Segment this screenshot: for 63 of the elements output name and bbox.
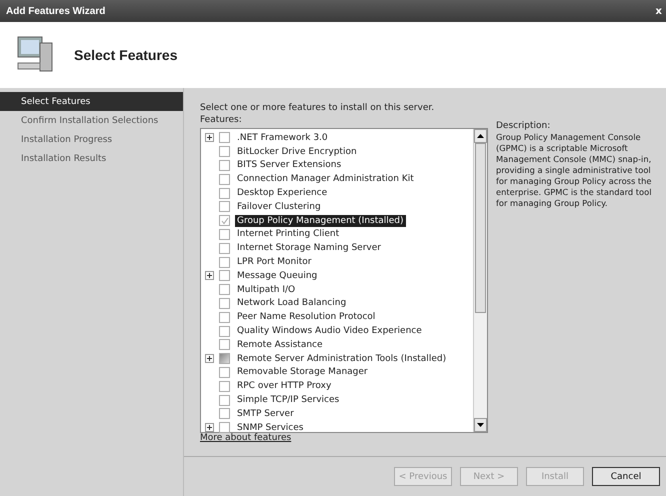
feature-label[interactable]: Quality Windows Audio Video Experience — [235, 325, 424, 338]
feature-label[interactable]: SMTP Server — [235, 408, 296, 420]
feature-checkbox[interactable] — [219, 408, 230, 420]
sidebar-step[interactable]: Installation Results — [0, 149, 183, 168]
feature-checkbox[interactable] — [219, 422, 230, 434]
feature-checkbox[interactable] — [219, 312, 230, 323]
feature-label[interactable]: BITS Server Extensions — [235, 159, 344, 172]
description-label: Description: — [496, 120, 552, 132]
feature-label[interactable]: BitLocker Drive Encryption — [235, 146, 359, 158]
feature-checkbox[interactable] — [219, 188, 230, 199]
feature-label[interactable]: Remote Assistance — [235, 338, 325, 351]
feature-checkbox[interactable] — [219, 366, 230, 378]
feature-checkbox[interactable] — [219, 132, 230, 144]
feature-checkbox[interactable] — [219, 146, 230, 158]
expand-icon[interactable] — [205, 271, 214, 280]
feature-checkbox[interactable] — [219, 201, 230, 212]
feature-label[interactable]: Multipath I/O — [235, 284, 298, 296]
feature-label[interactable]: Peer Name Resolution Protocol — [235, 311, 378, 324]
features-label: Features: — [200, 114, 243, 126]
feature-checkbox[interactable] — [219, 284, 230, 296]
feature-label[interactable]: Network Load Balancing — [235, 297, 348, 310]
feature-checkbox[interactable] — [219, 228, 230, 240]
feature-label[interactable]: Internet Printing Client — [235, 228, 342, 240]
instruction-text: Select one or more features to install on this server. — [200, 102, 436, 114]
down-arrow-icon[interactable] — [477, 423, 484, 427]
up-arrow-icon[interactable] — [477, 134, 484, 138]
feature-checkbox[interactable] — [219, 256, 230, 268]
feature-checkbox[interactable] — [219, 339, 230, 350]
feature-label[interactable]: LPR Port Monitor — [235, 256, 314, 268]
wizard-button[interactable]: Cancel — [592, 467, 660, 486]
feature-checkbox[interactable] — [219, 298, 230, 309]
feature-label[interactable]: Message Queuing — [235, 270, 320, 282]
feature-label[interactable]: RPC over HTTP Proxy — [235, 380, 334, 392]
feature-label[interactable]: Remote Server Administration Tools (Installed) — [235, 352, 448, 365]
feature-label[interactable]: Internet Storage Naming Server — [235, 242, 383, 254]
feature-checkbox[interactable] — [219, 380, 230, 392]
feature-label[interactable]: SNMP Services — [235, 422, 306, 434]
page-title: Select Features — [74, 47, 178, 63]
sidebar-step[interactable]: Select Features — [0, 92, 183, 111]
feature-label[interactable]: Group Policy Management (Installed) — [235, 214, 406, 227]
feature-checkbox[interactable] — [219, 242, 230, 254]
expand-icon[interactable] — [205, 423, 214, 432]
expand-icon[interactable] — [205, 133, 214, 142]
window-title: Add Features Wizard — [6, 6, 106, 16]
close-button[interactable]: x — [656, 6, 662, 16]
feature-checkbox[interactable] — [219, 174, 230, 185]
sidebar-step[interactable]: Confirm Installation Selections — [0, 111, 183, 130]
feature-checkbox[interactable] — [219, 270, 230, 282]
sidebar-step[interactable]: Installation Progress — [0, 130, 183, 149]
scrollbar[interactable] — [473, 129, 487, 432]
expand-icon[interactable] — [205, 354, 214, 364]
feature-checkbox[interactable] — [219, 326, 230, 337]
feature-label[interactable]: Failover Clustering — [235, 200, 323, 213]
feature-label[interactable]: .NET Framework 3.0 — [235, 132, 330, 144]
description-text: Group Policy Management Console (GPMC) is a scriptable Microsoft Management Console (MMC) snap-in, providing a single administrative tool for managing Group Policy across the enterprise. GPMC is the standard tool for managing Group Policy. — [496, 132, 653, 209]
feature-label[interactable]: Connection Manager Administration Kit — [235, 173, 416, 186]
feature-label[interactable]: Removable Storage Manager — [235, 366, 370, 378]
feature-checkbox[interactable] — [219, 215, 230, 226]
more-features-link[interactable]: More about features — [200, 433, 292, 443]
feature-checkbox[interactable] — [219, 160, 230, 171]
feature-label[interactable]: Simple TCP/IP Services — [235, 394, 342, 406]
feature-checkbox[interactable] — [219, 394, 230, 406]
feature-label[interactable]: Desktop Experience — [235, 187, 330, 200]
